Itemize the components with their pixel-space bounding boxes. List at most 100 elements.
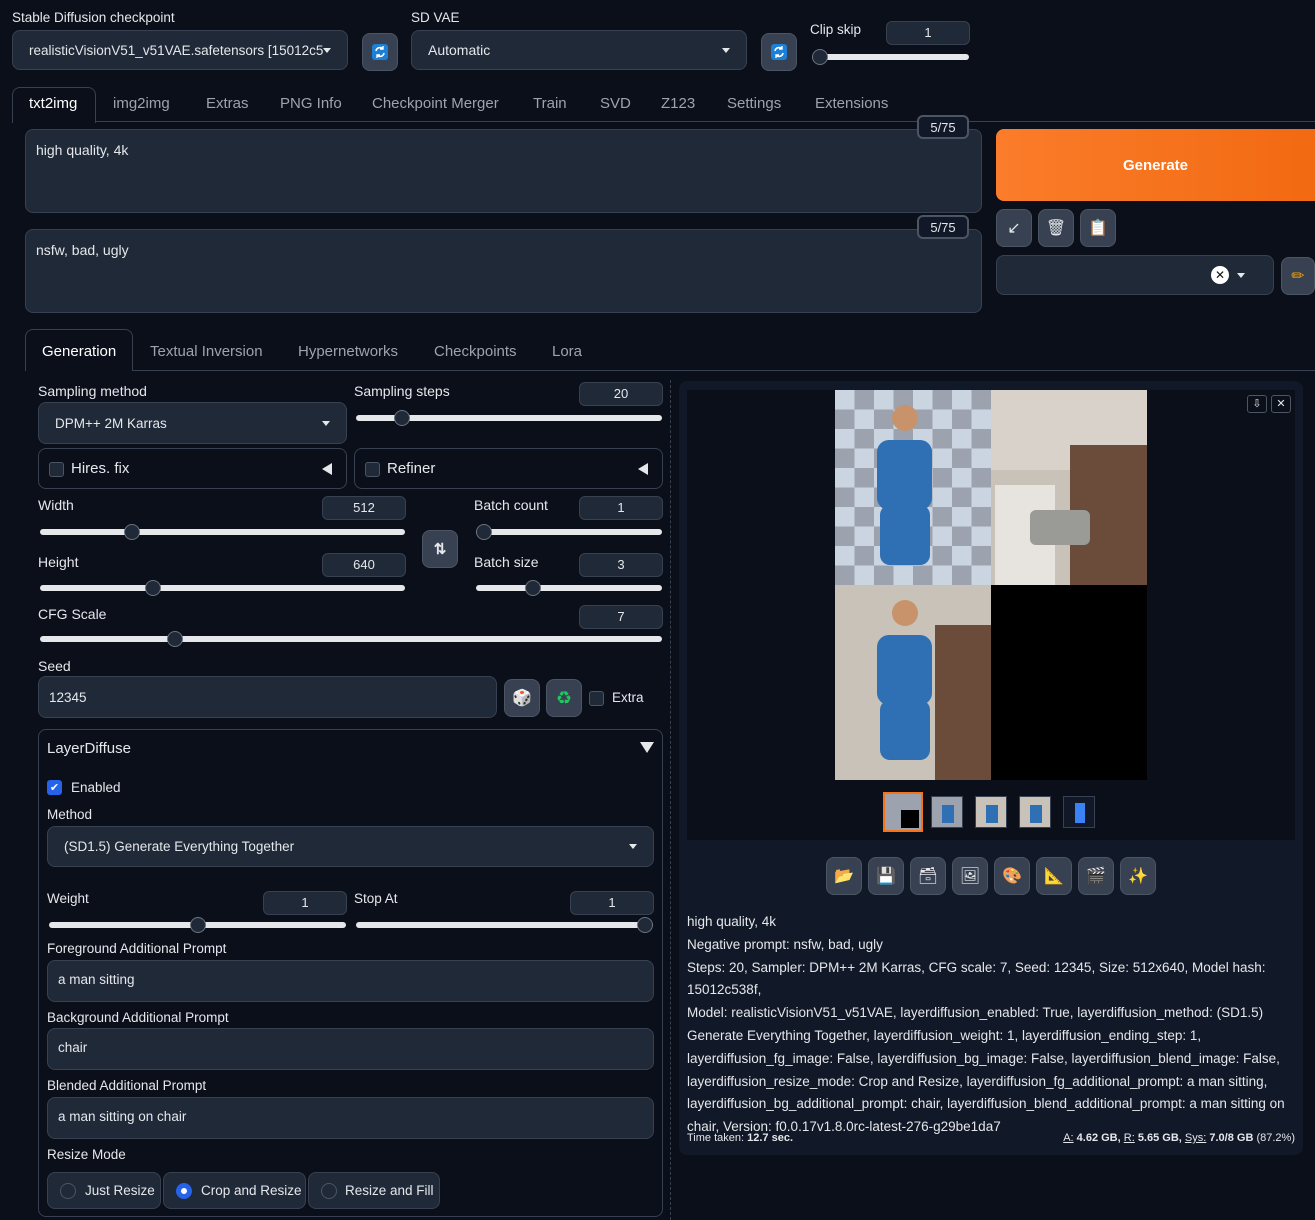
vae-dropdown[interactable]: Automatic [411, 30, 747, 70]
batch-count-number[interactable]: 1 [579, 496, 663, 520]
tab-textual-inversion[interactable]: Textual Inversion [150, 343, 263, 360]
time-value: 12.7 sec. [747, 1132, 793, 1144]
slider-thumb[interactable] [476, 524, 492, 540]
hires-fix-accordion[interactable]: Hires. fix [38, 448, 347, 489]
generate-button[interactable]: Generate [996, 129, 1315, 201]
clear-prompt-button[interactable]: 🗑 [1038, 209, 1074, 247]
tab-lora[interactable]: Lora [552, 343, 582, 360]
apply-style-button[interactable]: 📋 [1080, 209, 1116, 247]
slider-thumb[interactable] [189, 917, 206, 933]
tab-extras[interactable]: Extras [206, 95, 249, 112]
weight-number[interactable]: 1 [263, 891, 347, 915]
swap-dimensions-button[interactable]: ⇅ [422, 530, 458, 568]
stop-at-number[interactable]: 1 [570, 891, 654, 915]
tab-png-info[interactable]: PNG Info [280, 95, 342, 112]
tab-hypernetworks[interactable]: Hypernetworks [298, 343, 398, 360]
radio-just-resize[interactable]: Just Resize [47, 1172, 161, 1209]
download-icon[interactable]: ⇩ [1247, 395, 1267, 413]
send-to-inpaint-button[interactable]: 🎨 [994, 857, 1030, 895]
thumbnail-3[interactable] [975, 796, 1007, 828]
weight-slider[interactable] [49, 917, 346, 933]
extra-seed-label: Extra [612, 690, 644, 705]
width-number[interactable]: 512 [322, 496, 406, 520]
height-slider[interactable] [40, 580, 405, 596]
tab-checkpoints[interactable]: Checkpoints [434, 343, 517, 360]
sampling-steps-number[interactable]: 20 [579, 382, 663, 406]
bg-prompt-input[interactable]: chair [47, 1028, 654, 1070]
fg-prompt-label: Foreground Additional Prompt [47, 941, 227, 956]
negative-prompt-input[interactable]: nsfw, bad, ugly [25, 229, 982, 313]
radio-button[interactable] [321, 1183, 337, 1199]
height-number[interactable]: 640 [322, 553, 406, 577]
tab-settings[interactable]: Settings [727, 95, 781, 112]
send-to-img2img-button[interactable]: 🖼 [952, 857, 988, 895]
random-seed-button[interactable]: 🎲 [504, 679, 540, 717]
thumbnail-4[interactable] [1019, 796, 1051, 828]
tab-img2img[interactable]: img2img [113, 95, 170, 112]
slider-thumb[interactable] [525, 580, 542, 596]
refresh-vae-button[interactable] [761, 33, 797, 71]
layerdiffuse-title[interactable]: LayerDiffuse [47, 740, 131, 757]
radio-button[interactable] [60, 1183, 76, 1199]
hires-fix-checkbox[interactable] [49, 462, 64, 477]
sampling-steps-slider[interactable] [356, 410, 662, 426]
tab-svd[interactable]: SVD [600, 95, 631, 112]
slider-thumb[interactable] [144, 580, 161, 596]
extra-seed-checkbox[interactable] [589, 691, 604, 706]
batch-count-slider[interactable] [476, 524, 662, 540]
tab-txt2img[interactable]: txt2img [29, 95, 77, 112]
clear-icon[interactable]: ✕ [1211, 266, 1229, 284]
slider-thumb[interactable] [812, 49, 828, 65]
method-dropdown[interactable]: (SD1.5) Generate Everything Together [47, 826, 654, 867]
refiner-checkbox[interactable] [365, 462, 380, 477]
cfg-scale-number[interactable]: 7 [579, 605, 663, 629]
expand-icon[interactable] [640, 742, 654, 753]
radio-button-selected[interactable] [176, 1183, 192, 1199]
seed-input[interactable]: 12345 [38, 676, 497, 718]
slider-thumb[interactable] [123, 524, 140, 540]
thumbnail-2[interactable] [931, 796, 963, 828]
tab-z123[interactable]: Z123 [661, 95, 695, 112]
slider-thumb[interactable] [167, 631, 184, 647]
batch-size-slider[interactable] [476, 580, 662, 596]
sampling-method-dropdown[interactable]: DPM++ 2M Karras [38, 402, 347, 444]
refresh-checkpoint-button[interactable] [362, 33, 398, 71]
save-button[interactable]: 💾 [868, 857, 904, 895]
styles-dropdown[interactable]: ✕ [996, 255, 1274, 295]
clapper-icon: 🎬 [1086, 868, 1106, 885]
width-slider[interactable] [40, 524, 405, 540]
column-divider [670, 380, 671, 1220]
tab-generation[interactable]: Generation [42, 343, 116, 360]
clip-skip-slider[interactable] [812, 49, 969, 65]
zip-button[interactable]: 🗃 [910, 857, 946, 895]
blend-prompt-input[interactable]: a man sitting on chair [47, 1097, 654, 1139]
sparkle-button[interactable]: ✨ [1120, 857, 1156, 895]
open-folder-button[interactable]: 📂 [826, 857, 862, 895]
checkpoint-dropdown[interactable]: realisticVisionV51_v51VAE.safetensors [1… [12, 30, 348, 70]
close-icon[interactable]: ✕ [1271, 395, 1291, 413]
radio-resize-and-fill[interactable]: Resize and Fill [308, 1172, 440, 1209]
slider-thumb[interactable] [393, 410, 410, 426]
bg-prompt-label: Background Additional Prompt [47, 1010, 229, 1025]
read-params-button[interactable]: ↙ [996, 209, 1032, 247]
tab-extensions[interactable]: Extensions [815, 95, 888, 112]
radio-crop-and-resize[interactable]: Crop and Resize [163, 1172, 306, 1209]
stop-at-slider[interactable] [356, 917, 653, 933]
slider-thumb[interactable] [637, 917, 653, 933]
thumbnail-1[interactable] [883, 792, 923, 832]
send-to-svd-button[interactable]: 🎬 [1078, 857, 1114, 895]
batch-size-number[interactable]: 3 [579, 553, 663, 577]
reuse-seed-button[interactable]: ♻ [546, 679, 582, 717]
enabled-checkbox[interactable]: ✔ [47, 780, 62, 795]
refiner-accordion[interactable]: Refiner [354, 448, 663, 489]
edit-styles-button[interactable]: ✏ [1281, 257, 1315, 295]
tab-train[interactable]: Train [533, 95, 567, 112]
cfg-scale-slider[interactable] [40, 631, 662, 647]
prompt-input[interactable]: high quality, 4k [25, 129, 982, 213]
send-to-extras-button[interactable]: 📐 [1036, 857, 1072, 895]
fg-prompt-input[interactable]: a man sitting [47, 960, 654, 1002]
thumbnail-5[interactable] [1063, 796, 1095, 828]
preview-image[interactable] [835, 390, 1147, 780]
clip-skip-number[interactable]: 1 [886, 21, 970, 45]
tab-checkpoint-merger[interactable]: Checkpoint Merger [372, 95, 499, 112]
